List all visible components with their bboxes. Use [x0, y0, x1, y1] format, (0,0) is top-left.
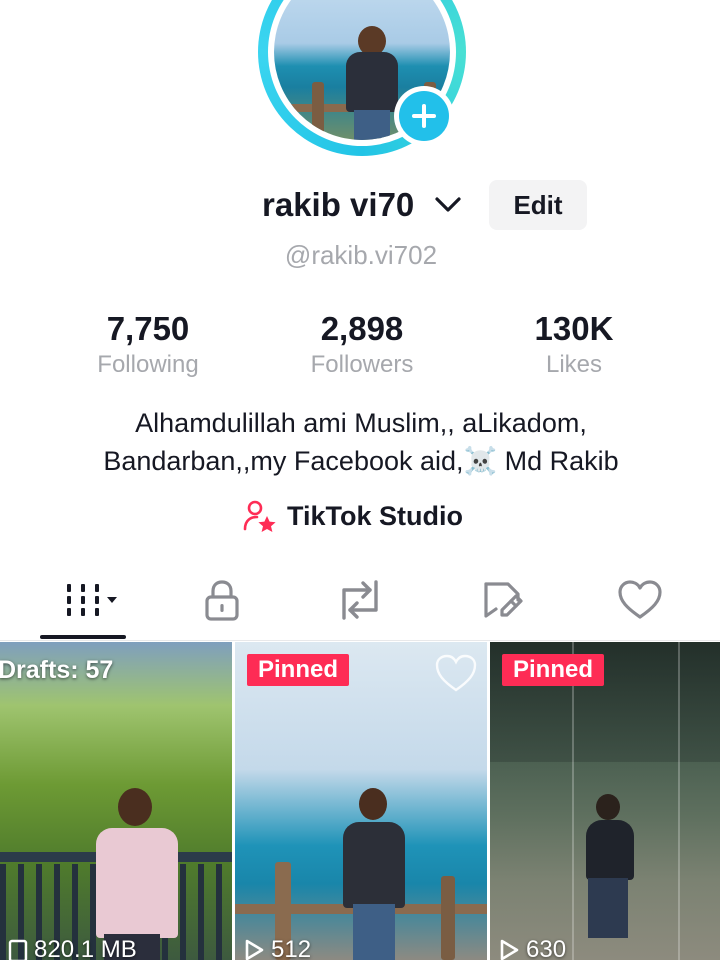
stat-label: Likes: [545, 351, 603, 378]
play-icon: [500, 939, 519, 960]
video-tile-pinned[interactable]: Pinned 630: [490, 642, 720, 960]
tab-favorites[interactable]: [462, 572, 542, 628]
stat-value: 2,898: [320, 310, 404, 347]
stat-likes[interactable]: 130K Likes: [474, 310, 674, 380]
video-views-value: 512: [271, 936, 312, 960]
video-size-value: 820.1 MB: [34, 936, 137, 960]
bio-line: Bandarban,,my Facebook aid,☠️ Md Rakib: [103, 446, 619, 476]
profile-tabs: [0, 572, 720, 640]
stat-value: 7,750: [106, 310, 190, 347]
pinned-badge: Pinned: [247, 654, 350, 686]
chevron-down-icon[interactable]: [434, 194, 462, 216]
videos-grid-icon: [67, 584, 117, 616]
tab-liked[interactable]: [600, 572, 680, 628]
tiktok-studio-label: TikTok Studio: [287, 500, 464, 531]
stat-label: Following: [97, 351, 199, 378]
tab-reposts[interactable]: [320, 572, 400, 628]
video-views: 512: [243, 936, 311, 960]
username: @rakib.vi702: [284, 240, 438, 270]
video-tile-drafts[interactable]: Drafts: 57 820.1 MB: [0, 642, 232, 960]
video-views: 630: [498, 936, 566, 960]
name-row: rakib vi70 Edit: [0, 180, 720, 230]
stats-row: 7,750 Following 2,898 Followers 130K Lik…: [0, 310, 720, 380]
edit-profile-button[interactable]: Edit: [489, 180, 587, 230]
active-tab-indicator: [40, 635, 126, 639]
tab-videos[interactable]: [50, 572, 130, 628]
stat-following[interactable]: 7,750 Following: [48, 310, 248, 380]
video-tile-pinned[interactable]: Pinned 512: [235, 642, 487, 960]
heart-icon: [618, 580, 662, 619]
plus-icon: [412, 104, 436, 128]
favorites-icon: [484, 582, 523, 618]
creator-star-icon: [243, 500, 276, 532]
pinned-badge: Pinned: [502, 654, 605, 686]
drafts-count-label: Drafts: 57: [0, 656, 114, 684]
video-grid: Drafts: 57 820.1 MB Pinned 512 Pinned 63…: [0, 642, 720, 960]
bio-line: Alhamdulillah ami Muslim,, aLikadom,: [135, 408, 587, 438]
stat-value: 130K: [534, 310, 614, 347]
divider: [0, 640, 720, 641]
tab-private[interactable]: [182, 572, 262, 628]
stat-followers[interactable]: 2,898 Followers: [262, 310, 462, 380]
sticker-heart-icon: [435, 654, 477, 692]
play-icon: [245, 939, 264, 960]
display-name[interactable]: rakib vi70: [262, 186, 414, 224]
repost-icon: [342, 580, 378, 620]
add-story-button[interactable]: [394, 86, 454, 146]
stat-label: Followers: [310, 351, 414, 378]
draft-file-icon: [8, 939, 28, 960]
bio: Alhamdulillah ami Muslim,, aLikadom, Ban…: [20, 404, 702, 480]
lock-icon: [205, 580, 239, 621]
video-size: 820.1 MB: [8, 936, 137, 960]
video-views-value: 630: [526, 936, 567, 960]
tiktok-studio-link[interactable]: TikTok Studio: [243, 496, 463, 536]
